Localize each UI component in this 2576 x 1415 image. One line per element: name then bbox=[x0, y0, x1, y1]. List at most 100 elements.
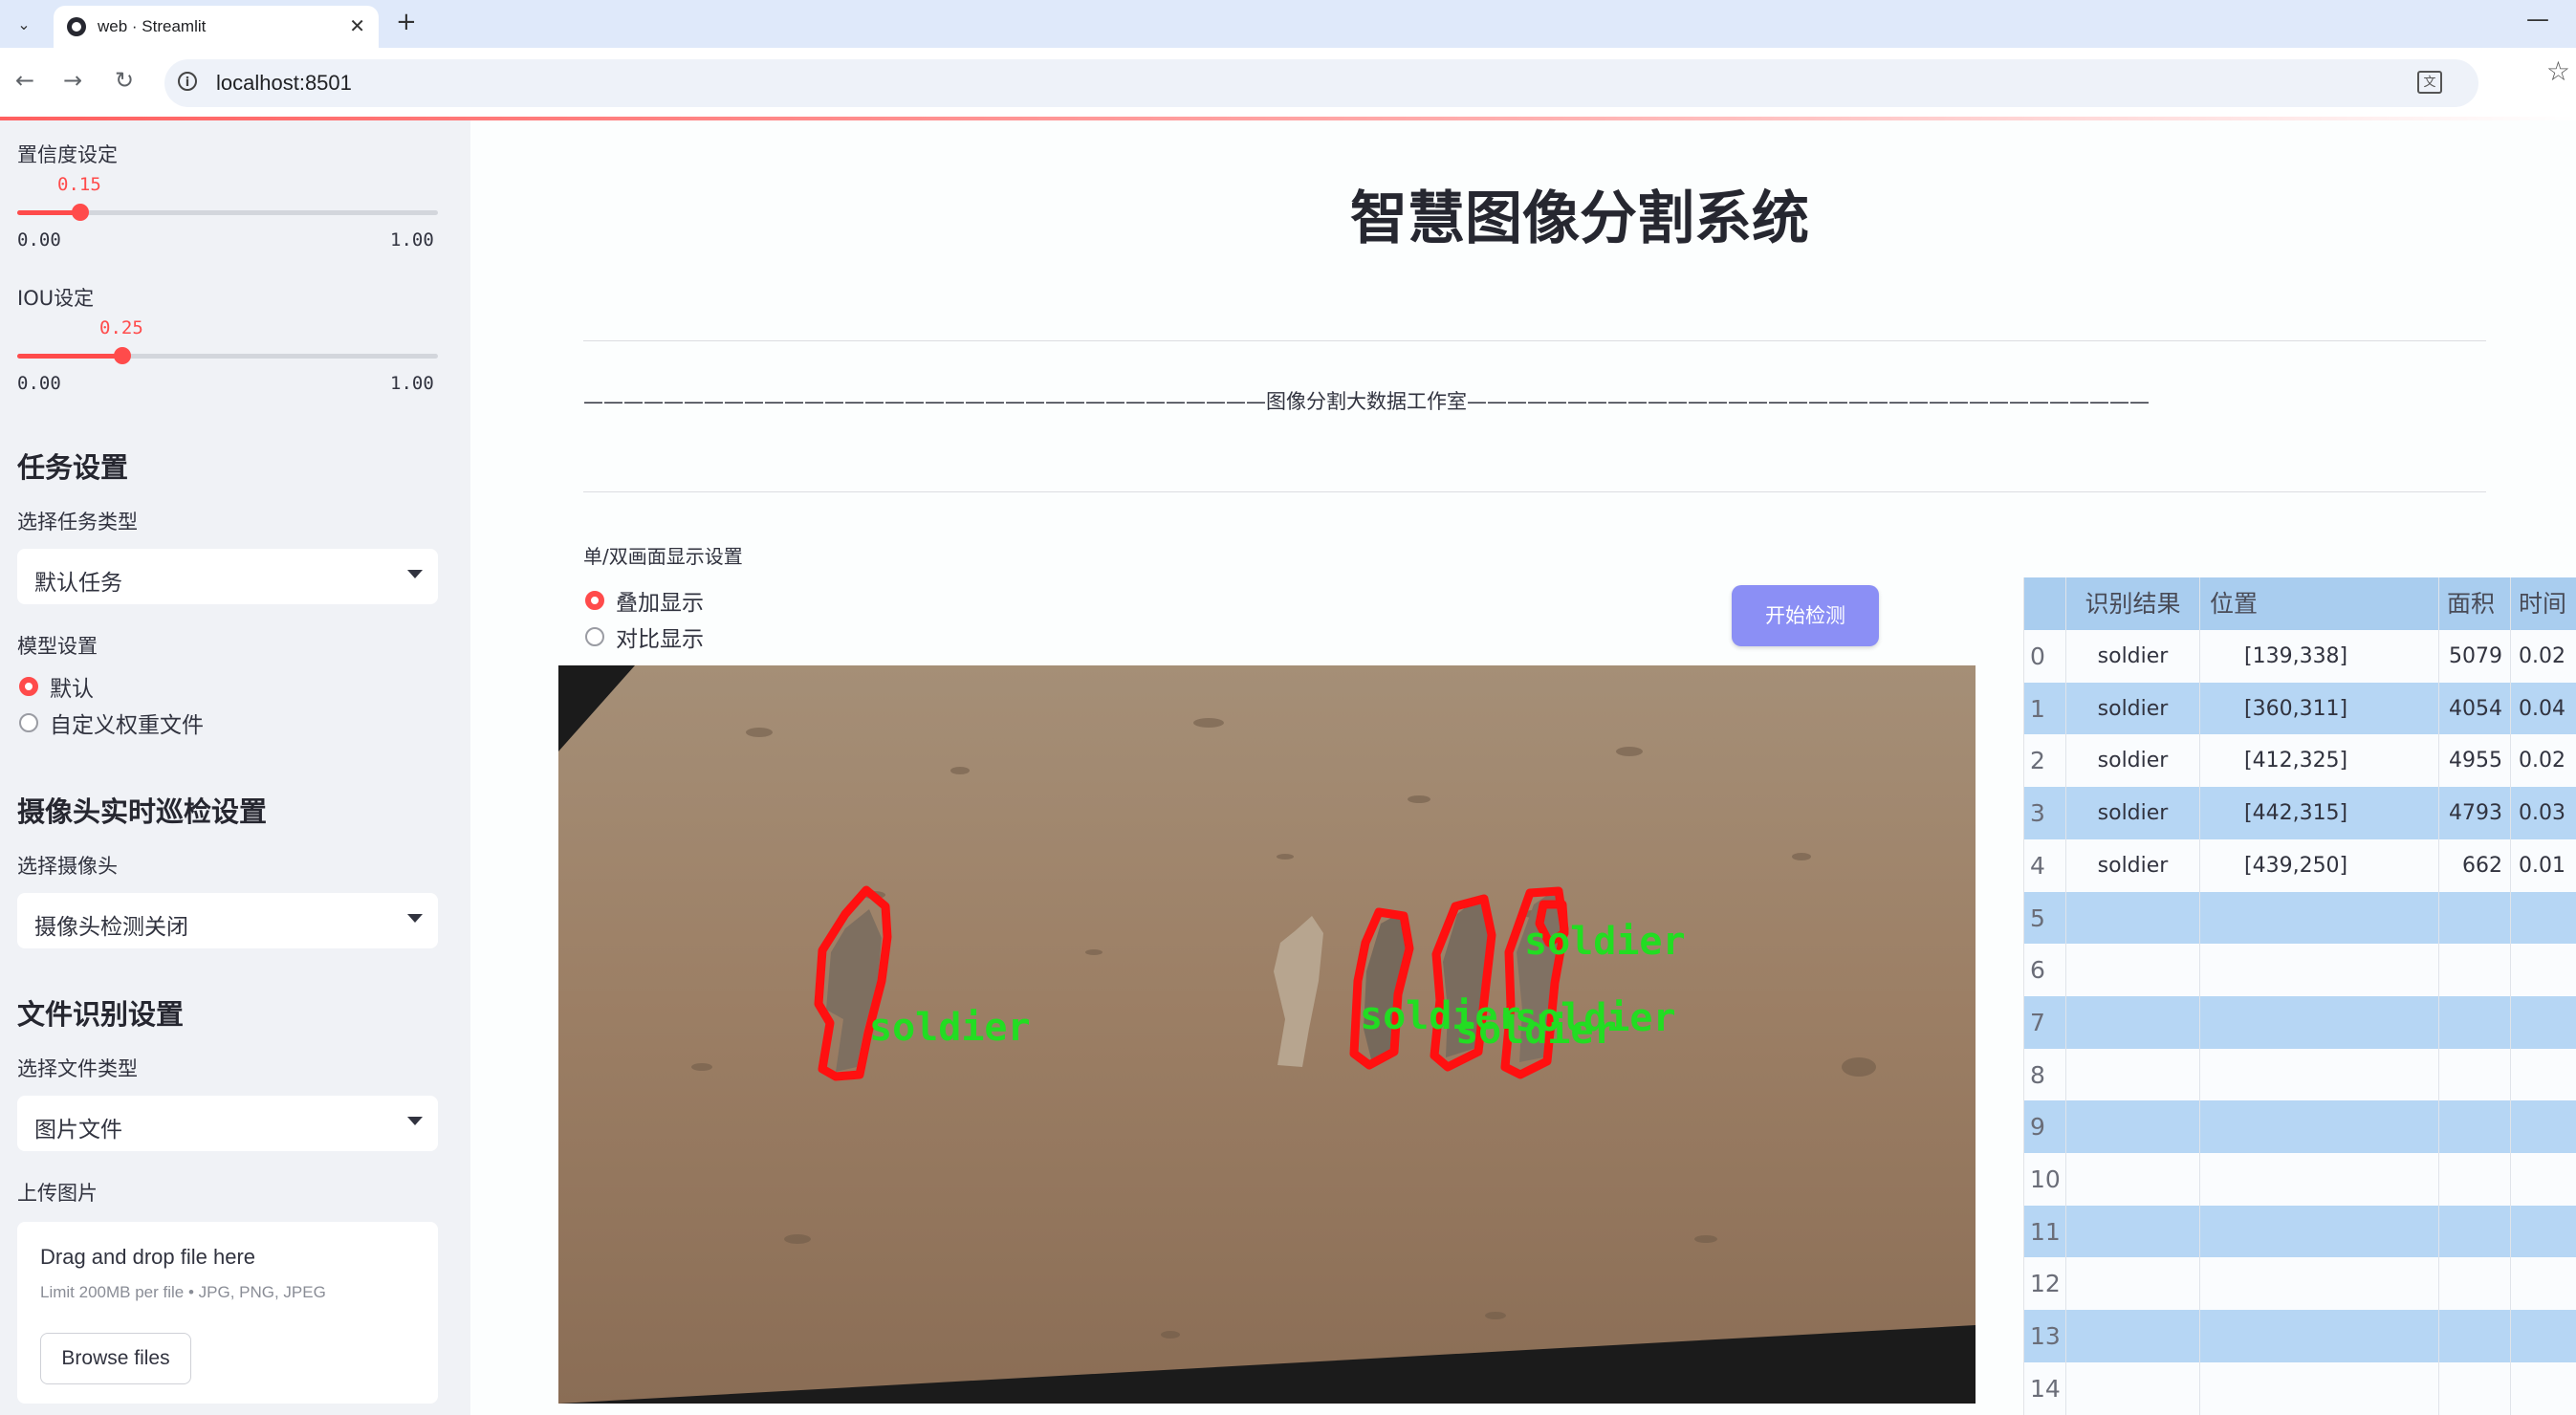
row-index: 2 bbox=[2024, 734, 2066, 788]
model-settings-label: 模型设置 bbox=[17, 635, 98, 658]
cell-position bbox=[2200, 1048, 2439, 1101]
radio-unchecked-icon[interactable] bbox=[19, 713, 38, 732]
cell-time: 0.02 bbox=[2511, 734, 2576, 787]
studio-banner: ——————————————————————————————————图像分割大数… bbox=[583, 390, 2150, 413]
back-arrow-icon[interactable]: ← bbox=[15, 67, 34, 94]
row-index: 13 bbox=[2024, 1310, 2066, 1363]
table-row[interactable]: 13 bbox=[2024, 1310, 2576, 1363]
minimize-window-icon[interactable]: — bbox=[2526, 6, 2549, 33]
cell-position bbox=[2200, 1361, 2439, 1415]
cell-area: 4955 bbox=[2439, 734, 2511, 788]
cell-position: [412,325] bbox=[2200, 734, 2439, 788]
site-info-icon[interactable]: i bbox=[178, 72, 197, 91]
cell-result: soldier bbox=[2066, 682, 2200, 735]
file-type-select[interactable]: 图片文件 bbox=[17, 1096, 438, 1151]
camera-select[interactable]: 摄像头检测关闭 bbox=[17, 893, 438, 948]
radio-checked-icon[interactable] bbox=[585, 591, 604, 610]
model-radio-custom[interactable]: 自定义权重文件 bbox=[19, 708, 204, 738]
divider bbox=[583, 491, 2486, 492]
cell-position bbox=[2200, 1257, 2439, 1311]
table-row[interactable]: 0 soldier [139,338] 5079 0.02 bbox=[2024, 630, 2576, 683]
cell-result: soldier bbox=[2066, 787, 2200, 840]
row-index: 4 bbox=[2024, 838, 2066, 892]
confidence-label: 置信度设定 bbox=[17, 143, 118, 166]
forward-arrow-icon[interactable]: → bbox=[63, 67, 82, 94]
table-row[interactable]: 4 soldier [439,250] 662 0.01 bbox=[2024, 838, 2576, 892]
cell-area: 4793 bbox=[2439, 787, 2511, 840]
cell-time: 0.03 bbox=[2511, 787, 2576, 839]
cell-position: [439,250] bbox=[2200, 838, 2439, 892]
cell-area bbox=[2439, 1205, 2511, 1258]
cell-position bbox=[2200, 1310, 2439, 1363]
close-tab-icon[interactable]: ✕ bbox=[349, 14, 365, 37]
new-tab-icon[interactable]: + bbox=[396, 8, 417, 36]
table-row[interactable]: 7 bbox=[2024, 995, 2576, 1049]
browse-files-button[interactable]: Browse files bbox=[40, 1333, 191, 1384]
table-row[interactable]: 3 soldier [442,315] 4793 0.03 bbox=[2024, 787, 2576, 840]
table-row[interactable]: 1 soldier [360,311] 4054 0.04 bbox=[2024, 682, 2576, 735]
file-type-label: 选择文件类型 bbox=[17, 1057, 138, 1080]
table-row[interactable]: 8 bbox=[2024, 1048, 2576, 1101]
translate-icon[interactable]: 文 bbox=[2417, 71, 2442, 94]
file-uploader-dropzone[interactable]: Drag and drop file here Limit 200MB per … bbox=[17, 1222, 438, 1404]
cell-time bbox=[2511, 1362, 2576, 1415]
model-option-custom: 自定义权重文件 bbox=[50, 713, 204, 738]
url-text[interactable]: localhost:8501 bbox=[216, 71, 352, 96]
start-detection-button[interactable]: 开始检测 bbox=[1732, 585, 1879, 646]
reload-icon[interactable]: ↻ bbox=[115, 67, 134, 94]
confidence-slider[interactable] bbox=[17, 204, 438, 221]
cell-position: [139,338] bbox=[2200, 630, 2439, 683]
radio-checked-icon[interactable] bbox=[19, 677, 38, 696]
column-header-result[interactable]: 识别结果 bbox=[2066, 577, 2200, 630]
iou-slider[interactable] bbox=[17, 347, 438, 364]
cell-area bbox=[2439, 1048, 2511, 1101]
row-index: 11 bbox=[2024, 1205, 2066, 1258]
cell-area bbox=[2439, 891, 2511, 945]
cell-result bbox=[2066, 1205, 2200, 1258]
cell-time bbox=[2511, 1257, 2576, 1310]
model-radio-default[interactable]: 默认 bbox=[19, 671, 94, 702]
table-index-header bbox=[2024, 577, 2066, 630]
row-index: 9 bbox=[2024, 1100, 2066, 1154]
radio-unchecked-icon[interactable] bbox=[585, 627, 604, 646]
column-header-position[interactable]: 位置 bbox=[2200, 577, 2439, 630]
cell-result bbox=[2066, 995, 2200, 1049]
iou-min: 0.00 bbox=[17, 373, 61, 394]
cell-area bbox=[2439, 1257, 2511, 1311]
task-type-value: 默认任务 bbox=[34, 571, 122, 596]
cell-position: [360,311] bbox=[2200, 682, 2439, 735]
row-index: 5 bbox=[2024, 891, 2066, 945]
table-row[interactable]: 11 bbox=[2024, 1205, 2576, 1258]
confidence-slider-thumb[interactable] bbox=[72, 204, 89, 221]
row-index: 3 bbox=[2024, 787, 2066, 840]
cell-result bbox=[2066, 1100, 2200, 1154]
table-row[interactable]: 10 bbox=[2024, 1153, 2576, 1206]
task-type-select[interactable]: 默认任务 bbox=[17, 549, 438, 604]
table-row[interactable]: 12 bbox=[2024, 1257, 2576, 1311]
display-radio-compare[interactable]: 对比显示 bbox=[585, 621, 704, 652]
chevron-down-icon bbox=[407, 1117, 423, 1125]
bookmark-star-icon[interactable]: ☆ bbox=[2546, 55, 2570, 87]
cell-time bbox=[2511, 1049, 2576, 1101]
table-row[interactable]: 2 soldier [412,325] 4955 0.02 bbox=[2024, 734, 2576, 788]
table-row[interactable]: 5 bbox=[2024, 891, 2576, 945]
row-index: 1 bbox=[2024, 682, 2066, 735]
results-table[interactable]: 识别结果 位置 面积 时间 0 soldier [139,338] 5079 0.02 1… bbox=[2023, 577, 2576, 1415]
table-row[interactable]: 6 bbox=[2024, 944, 2576, 997]
table-row[interactable]: 14 bbox=[2024, 1361, 2576, 1415]
cell-time bbox=[2511, 996, 2576, 1049]
tab-search-icon[interactable]: ⌄ bbox=[10, 10, 38, 38]
divider bbox=[583, 340, 2486, 341]
cell-result bbox=[2066, 1257, 2200, 1311]
display-radio-overlay[interactable]: 叠加显示 bbox=[585, 585, 704, 616]
cell-area bbox=[2439, 944, 2511, 997]
column-header-area[interactable]: 面积 bbox=[2439, 577, 2511, 630]
table-header-row: 识别结果 位置 面积 时间 bbox=[2024, 577, 2576, 630]
address-bar[interactable]: i localhost:8501 文 bbox=[164, 59, 2478, 107]
row-index: 6 bbox=[2024, 944, 2066, 997]
column-header-time[interactable]: 时间 bbox=[2511, 577, 2576, 630]
desert-ground bbox=[558, 665, 1976, 1404]
browser-tab[interactable]: web · Streamlit ✕ bbox=[54, 6, 379, 48]
table-row[interactable]: 9 bbox=[2024, 1100, 2576, 1154]
iou-slider-thumb[interactable] bbox=[114, 347, 131, 364]
